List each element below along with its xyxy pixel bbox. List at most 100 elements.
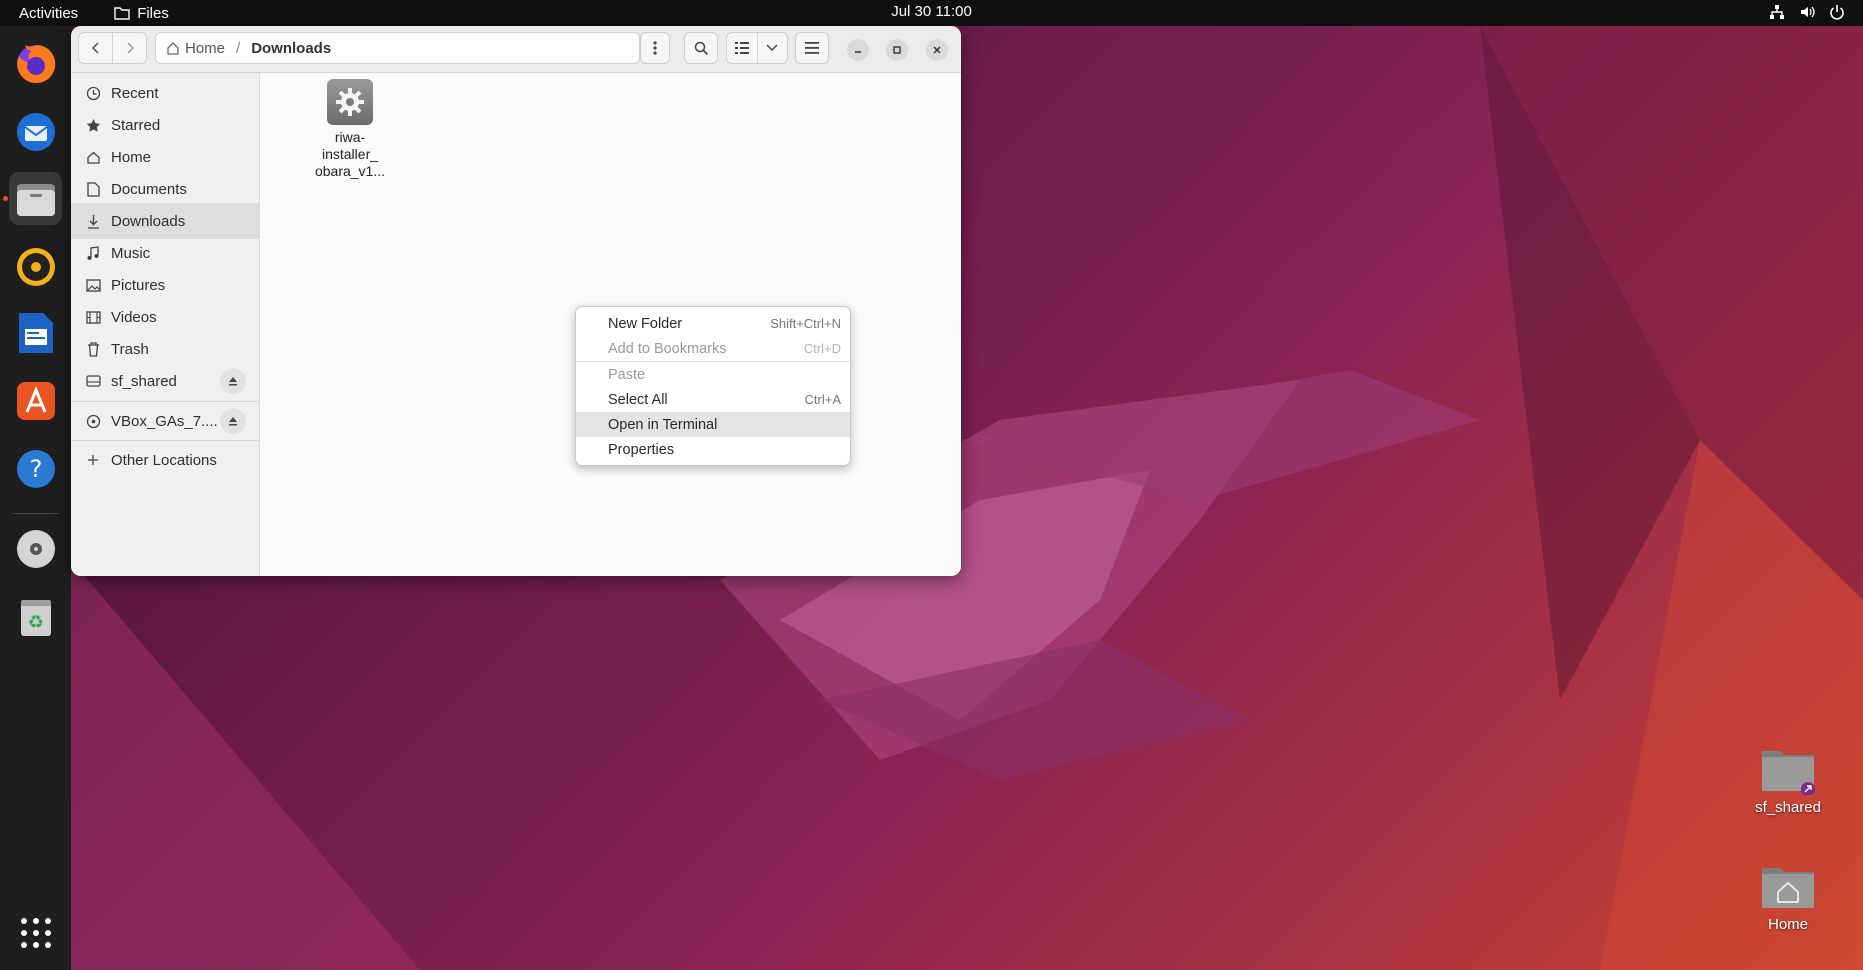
file-name-line: obara_v1... xyxy=(314,163,386,179)
sidebar: Recent Starred Home Documents Downloads … xyxy=(71,73,260,576)
sidebar-item-label: Documents xyxy=(111,180,187,198)
menu-item-accel: Ctrl+A xyxy=(804,392,841,407)
volume-icon[interactable] xyxy=(1799,4,1815,20)
path-current[interactable]: Downloads xyxy=(251,40,331,57)
sidebar-item-downloads[interactable]: Downloads xyxy=(71,203,259,239)
app-menu[interactable]: Files xyxy=(114,5,169,22)
back-button[interactable] xyxy=(79,33,113,63)
sidebar-item-label: Pictures xyxy=(111,276,166,294)
sidebar-item-videos[interactable]: Videos xyxy=(71,299,259,335)
menu-item-label: New Folder xyxy=(608,315,683,332)
menu-item-add-to-bookmarks[interactable]: Add to Bookmarks Ctrl+D xyxy=(576,336,850,361)
sidebar-item-label: Recent xyxy=(111,84,159,102)
main-menu-button[interactable] xyxy=(795,32,829,64)
menu-item-properties[interactable]: Properties xyxy=(576,437,850,462)
forward-button[interactable] xyxy=(113,33,146,63)
menu-item-label: Open in Terminal xyxy=(608,416,718,433)
sidebar-item-documents[interactable]: Documents xyxy=(71,171,259,207)
menu-item-label: Select All xyxy=(608,391,668,408)
sidebar-item-vbox-gas[interactable]: VBox_GAs_7.... xyxy=(71,403,259,439)
menu-item-label: Paste xyxy=(608,366,646,383)
view-options-button[interactable] xyxy=(758,33,787,63)
dock-separator xyxy=(12,513,59,514)
trash-icon[interactable]: ♻ xyxy=(9,590,62,643)
sidebar-item-pictures[interactable]: Pictures xyxy=(71,267,259,303)
folder-icon xyxy=(114,7,130,20)
sidebar-item-sf-shared[interactable]: sf_shared xyxy=(71,363,259,399)
system-tray[interactable] xyxy=(1769,4,1845,20)
eject-button[interactable] xyxy=(220,368,246,394)
home-icon xyxy=(85,149,101,165)
maximize-icon xyxy=(893,46,901,54)
menu-item-open-in-terminal[interactable]: Open in Terminal xyxy=(576,412,850,437)
path-bar: Home / Downloads xyxy=(155,32,640,64)
video-icon xyxy=(85,309,101,325)
eject-icon xyxy=(229,377,237,386)
plus-icon xyxy=(85,452,101,468)
sidebar-item-label: Music xyxy=(111,244,151,262)
desktop-icon-sf-shared[interactable]: sf_shared xyxy=(1733,745,1843,816)
path-menu-button[interactable] xyxy=(640,32,670,64)
show-apps-icon[interactable] xyxy=(9,906,62,959)
sidebar-item-trash[interactable]: Trash xyxy=(71,331,259,367)
music-icon xyxy=(85,245,101,261)
sidebar-item-starred[interactable]: Starred xyxy=(71,107,259,143)
sidebar-item-music[interactable]: Music xyxy=(71,235,259,271)
kebab-icon xyxy=(653,41,657,55)
file-name-line: riwa- xyxy=(334,129,366,145)
sidebar-item-label: Trash xyxy=(111,340,149,358)
maximize-button[interactable] xyxy=(886,39,908,61)
network-icon[interactable] xyxy=(1769,4,1785,20)
sidebar-item-label: sf_shared xyxy=(111,372,177,390)
sidebar-separator xyxy=(71,401,259,402)
star-icon xyxy=(85,117,101,133)
menu-item-label: Properties xyxy=(608,441,675,458)
minimize-button[interactable] xyxy=(847,39,869,61)
writer-icon[interactable] xyxy=(9,306,62,359)
header-bar: Home / Downloads xyxy=(71,26,961,73)
desktop-icon-home[interactable]: Home xyxy=(1733,862,1843,933)
chevron-down-icon xyxy=(766,44,779,52)
file-item[interactable]: riwa- installer_ obara_v1... xyxy=(300,79,400,180)
power-icon[interactable] xyxy=(1829,4,1845,20)
path-home-button[interactable]: Home xyxy=(166,40,225,57)
firefox-icon[interactable] xyxy=(9,37,62,90)
eject-icon xyxy=(229,417,237,426)
sidebar-item-home[interactable]: Home xyxy=(71,139,259,175)
chevron-left-icon xyxy=(91,42,99,54)
drive-icon xyxy=(85,373,101,389)
svg-text:♻: ♻ xyxy=(27,612,43,633)
menu-item-paste[interactable]: Paste xyxy=(576,362,850,387)
list-view-button[interactable] xyxy=(727,33,758,63)
sidebar-item-recent[interactable]: Recent xyxy=(71,75,259,111)
dock: ? ♻ xyxy=(0,26,71,970)
document-icon xyxy=(85,181,101,197)
thunderbird-icon[interactable] xyxy=(9,105,62,158)
activities-button[interactable]: Activities xyxy=(19,5,78,22)
desktop-icon-label: sf_shared xyxy=(1755,799,1821,816)
sidebar-item-label: Other Locations xyxy=(111,451,217,469)
sidebar-item-label: VBox_GAs_7.... xyxy=(111,412,218,430)
files-icon[interactable] xyxy=(9,172,62,225)
gear-icon xyxy=(327,79,373,125)
sidebar-item-label: Videos xyxy=(111,308,157,326)
search-button[interactable] xyxy=(684,32,718,64)
rhythmbox-icon[interactable] xyxy=(9,240,62,293)
app-center-icon[interactable] xyxy=(9,374,62,427)
clock[interactable]: Jul 30 11:00 xyxy=(0,3,1863,20)
close-button[interactable] xyxy=(926,39,948,61)
clock-icon xyxy=(85,85,101,101)
picture-icon xyxy=(85,277,101,293)
dvd-icon[interactable] xyxy=(9,522,62,575)
desktop-icon-label: Home xyxy=(1767,916,1808,933)
hamburger-icon xyxy=(805,42,819,54)
help-icon[interactable]: ? xyxy=(9,442,62,495)
close-icon xyxy=(933,46,941,54)
sidebar-separator xyxy=(71,440,259,441)
menu-item-new-folder[interactable]: New Folder Shift+Ctrl+N xyxy=(576,311,850,336)
view-buttons xyxy=(726,32,788,64)
files-window: Home / Downloads Recent Starred Home Doc… xyxy=(71,26,961,576)
eject-button[interactable] xyxy=(220,408,246,434)
menu-item-select-all[interactable]: Select All Ctrl+A xyxy=(576,387,850,412)
sidebar-item-other-locations[interactable]: Other Locations xyxy=(71,442,259,478)
